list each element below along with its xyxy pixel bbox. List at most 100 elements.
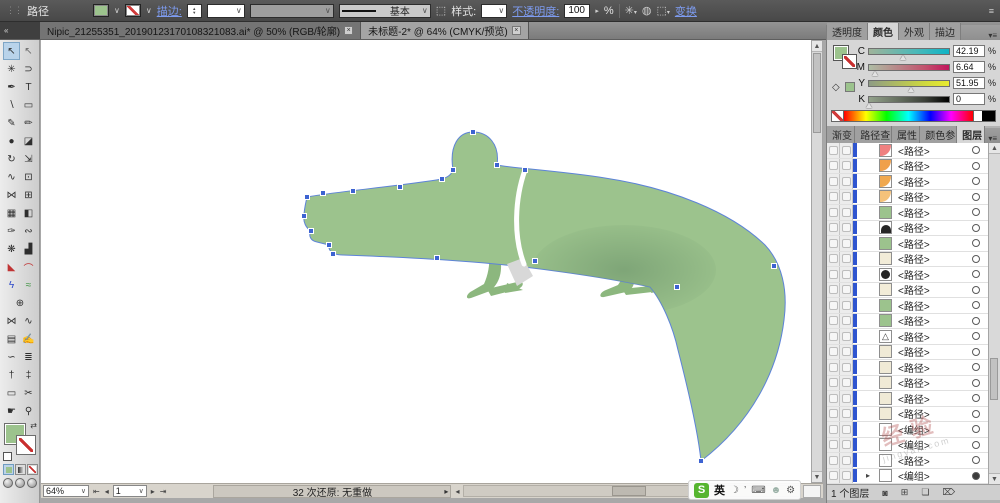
lock-toggle[interactable] [840, 159, 853, 174]
layers-scrollbar[interactable]: ▲▼ [988, 143, 1000, 484]
layer-row[interactable]: <编组> [827, 422, 1000, 438]
layer-thumbnail[interactable] [879, 407, 892, 420]
visibility-toggle[interactable] [827, 252, 840, 267]
target-circle[interactable] [972, 146, 980, 154]
layer-name-label[interactable]: <路径> [898, 158, 930, 173]
layer-row[interactable]: <路径> [827, 453, 1000, 469]
path-anchor-point[interactable] [523, 168, 527, 172]
layer-row[interactable]: ▸<编组> [827, 469, 1000, 485]
layer-thumbnail[interactable] [879, 190, 892, 203]
tool-line-segment[interactable]: ∖ [3, 96, 20, 114]
target-circle[interactable] [972, 208, 980, 216]
spectrum-gradient[interactable] [844, 111, 973, 121]
layers-tab-属性[interactable]: 属性 [892, 126, 920, 143]
layer-name-label[interactable]: <编组> [898, 468, 930, 483]
path-anchor-point[interactable] [440, 177, 444, 181]
channel-slider-K[interactable] [868, 96, 950, 103]
layer-thumbnail[interactable] [879, 144, 892, 157]
tool-frame[interactable]: ▭ [3, 384, 20, 402]
sogou-logo-icon[interactable]: S [694, 483, 709, 498]
target-circle[interactable] [972, 239, 980, 247]
layer-thumbnail[interactable] [879, 237, 892, 250]
tool-knife[interactable]: ϟ [3, 276, 20, 294]
layer-row[interactable]: △<路径> [827, 329, 1000, 345]
layer-thumbnail[interactable] [879, 454, 892, 467]
layer-name-label[interactable]: <路径> [898, 453, 930, 468]
visibility-toggle[interactable] [827, 329, 840, 344]
target-circle[interactable] [972, 270, 980, 278]
tool-measure-a[interactable]: † [3, 366, 20, 384]
visibility-toggle[interactable] [827, 453, 840, 468]
tool-slice[interactable]: ⌒ [20, 258, 37, 276]
lock-toggle[interactable] [840, 391, 853, 406]
tool-selection[interactable]: ↖ [3, 42, 20, 60]
lock-toggle[interactable] [840, 407, 853, 422]
target-circle[interactable] [972, 177, 980, 185]
path-anchor-point[interactable] [471, 130, 475, 134]
status-indicator[interactable]: 32 次还原: 无重做▸ [213, 485, 451, 498]
stroke-color-swatch[interactable] [125, 4, 141, 17]
channel-value-input[interactable]: 0 [953, 93, 985, 105]
visibility-toggle[interactable] [827, 236, 840, 251]
visibility-toggle[interactable] [827, 422, 840, 437]
tool-width[interactable]: ∿ [3, 168, 20, 186]
layer-name-label[interactable]: <路径> [898, 174, 930, 189]
layer-thumbnail[interactable] [879, 376, 892, 389]
layer-thumbnail[interactable] [879, 206, 892, 219]
target-circle[interactable] [972, 472, 980, 480]
visibility-toggle[interactable] [827, 221, 840, 236]
target-circle[interactable] [972, 363, 980, 371]
layer-row[interactable]: <路径> [827, 190, 1000, 206]
opacity-chevron-icon[interactable]: ▸ [595, 7, 599, 15]
layer-name-label[interactable]: <路径> [898, 360, 930, 375]
opacity-link[interactable]: 不透明度: [512, 3, 559, 19]
lock-toggle[interactable] [840, 174, 853, 189]
default-swatches-icon[interactable] [3, 452, 12, 461]
target-circle[interactable] [972, 317, 980, 325]
visibility-toggle[interactable] [827, 407, 840, 422]
layers-tab-路径查[interactable]: 路径查 [855, 126, 892, 143]
tool-hand[interactable]: ☛ [3, 402, 20, 420]
tool-wave[interactable]: ∿ [20, 312, 37, 330]
lock-toggle[interactable] [840, 205, 853, 220]
document-tab-2[interactable]: 未标题-2* @ 64% (CMYK/预览) × [361, 22, 529, 39]
visibility-toggle[interactable] [827, 438, 840, 453]
path-anchor-point[interactable] [309, 229, 313, 233]
layer-row[interactable]: <路径> [827, 221, 1000, 237]
make-clip-mask-icon[interactable]: ◙ [882, 488, 887, 498]
layers-scroll-thumb[interactable] [990, 358, 998, 400]
control-bar-menu-icon[interactable]: ≡ [989, 6, 994, 16]
path-anchor-point[interactable] [321, 191, 325, 195]
settings-wrench-icon[interactable]: ⚙ [786, 485, 795, 496]
path-anchor-point[interactable] [675, 285, 679, 289]
layer-name-label[interactable]: <路径> [898, 267, 930, 282]
path-anchor-point[interactable] [327, 243, 331, 247]
visibility-toggle[interactable] [827, 298, 840, 313]
layer-name-label[interactable]: <路径> [898, 205, 930, 220]
color-mode-button[interactable] [3, 464, 14, 475]
document-tab-1[interactable]: Nipic_21255351_20190123170108321083.ai* … [40, 22, 361, 39]
color-tab-描边[interactable]: 描边 [930, 23, 961, 40]
channel-value-input[interactable]: 51.95 [953, 77, 985, 89]
layer-thumbnail[interactable] [879, 268, 892, 281]
channel-slider-Y[interactable] [868, 80, 950, 87]
visibility-toggle[interactable] [827, 345, 840, 360]
layers-tab-图层[interactable]: 图层 [957, 126, 985, 143]
stroke-weight-stepper[interactable]: ▲▼ [187, 4, 202, 18]
lock-toggle[interactable] [840, 453, 853, 468]
panel-stroke-swatch[interactable] [842, 54, 857, 69]
layer-name-label[interactable]: <路径> [898, 251, 930, 266]
tool-measure-b[interactable]: ‡ [20, 366, 37, 384]
scroll-down-icon[interactable]: ▼ [812, 471, 822, 482]
layer-thumbnail[interactable] [879, 221, 892, 234]
transform-link[interactable]: 变换 [675, 3, 697, 19]
layer-row[interactable]: <路径> [827, 236, 1000, 252]
layer-row[interactable]: <路径> [827, 345, 1000, 361]
layer-row[interactable]: <路径> [827, 252, 1000, 268]
layer-row[interactable]: <编组> [827, 438, 1000, 454]
new-sublayer-icon[interactable]: ⊞ [901, 487, 909, 498]
layer-row[interactable]: <路径> [827, 174, 1000, 190]
visibility-toggle[interactable] [827, 283, 840, 298]
layer-name-label[interactable]: <路径> [898, 391, 930, 406]
visibility-toggle[interactable] [827, 190, 840, 205]
